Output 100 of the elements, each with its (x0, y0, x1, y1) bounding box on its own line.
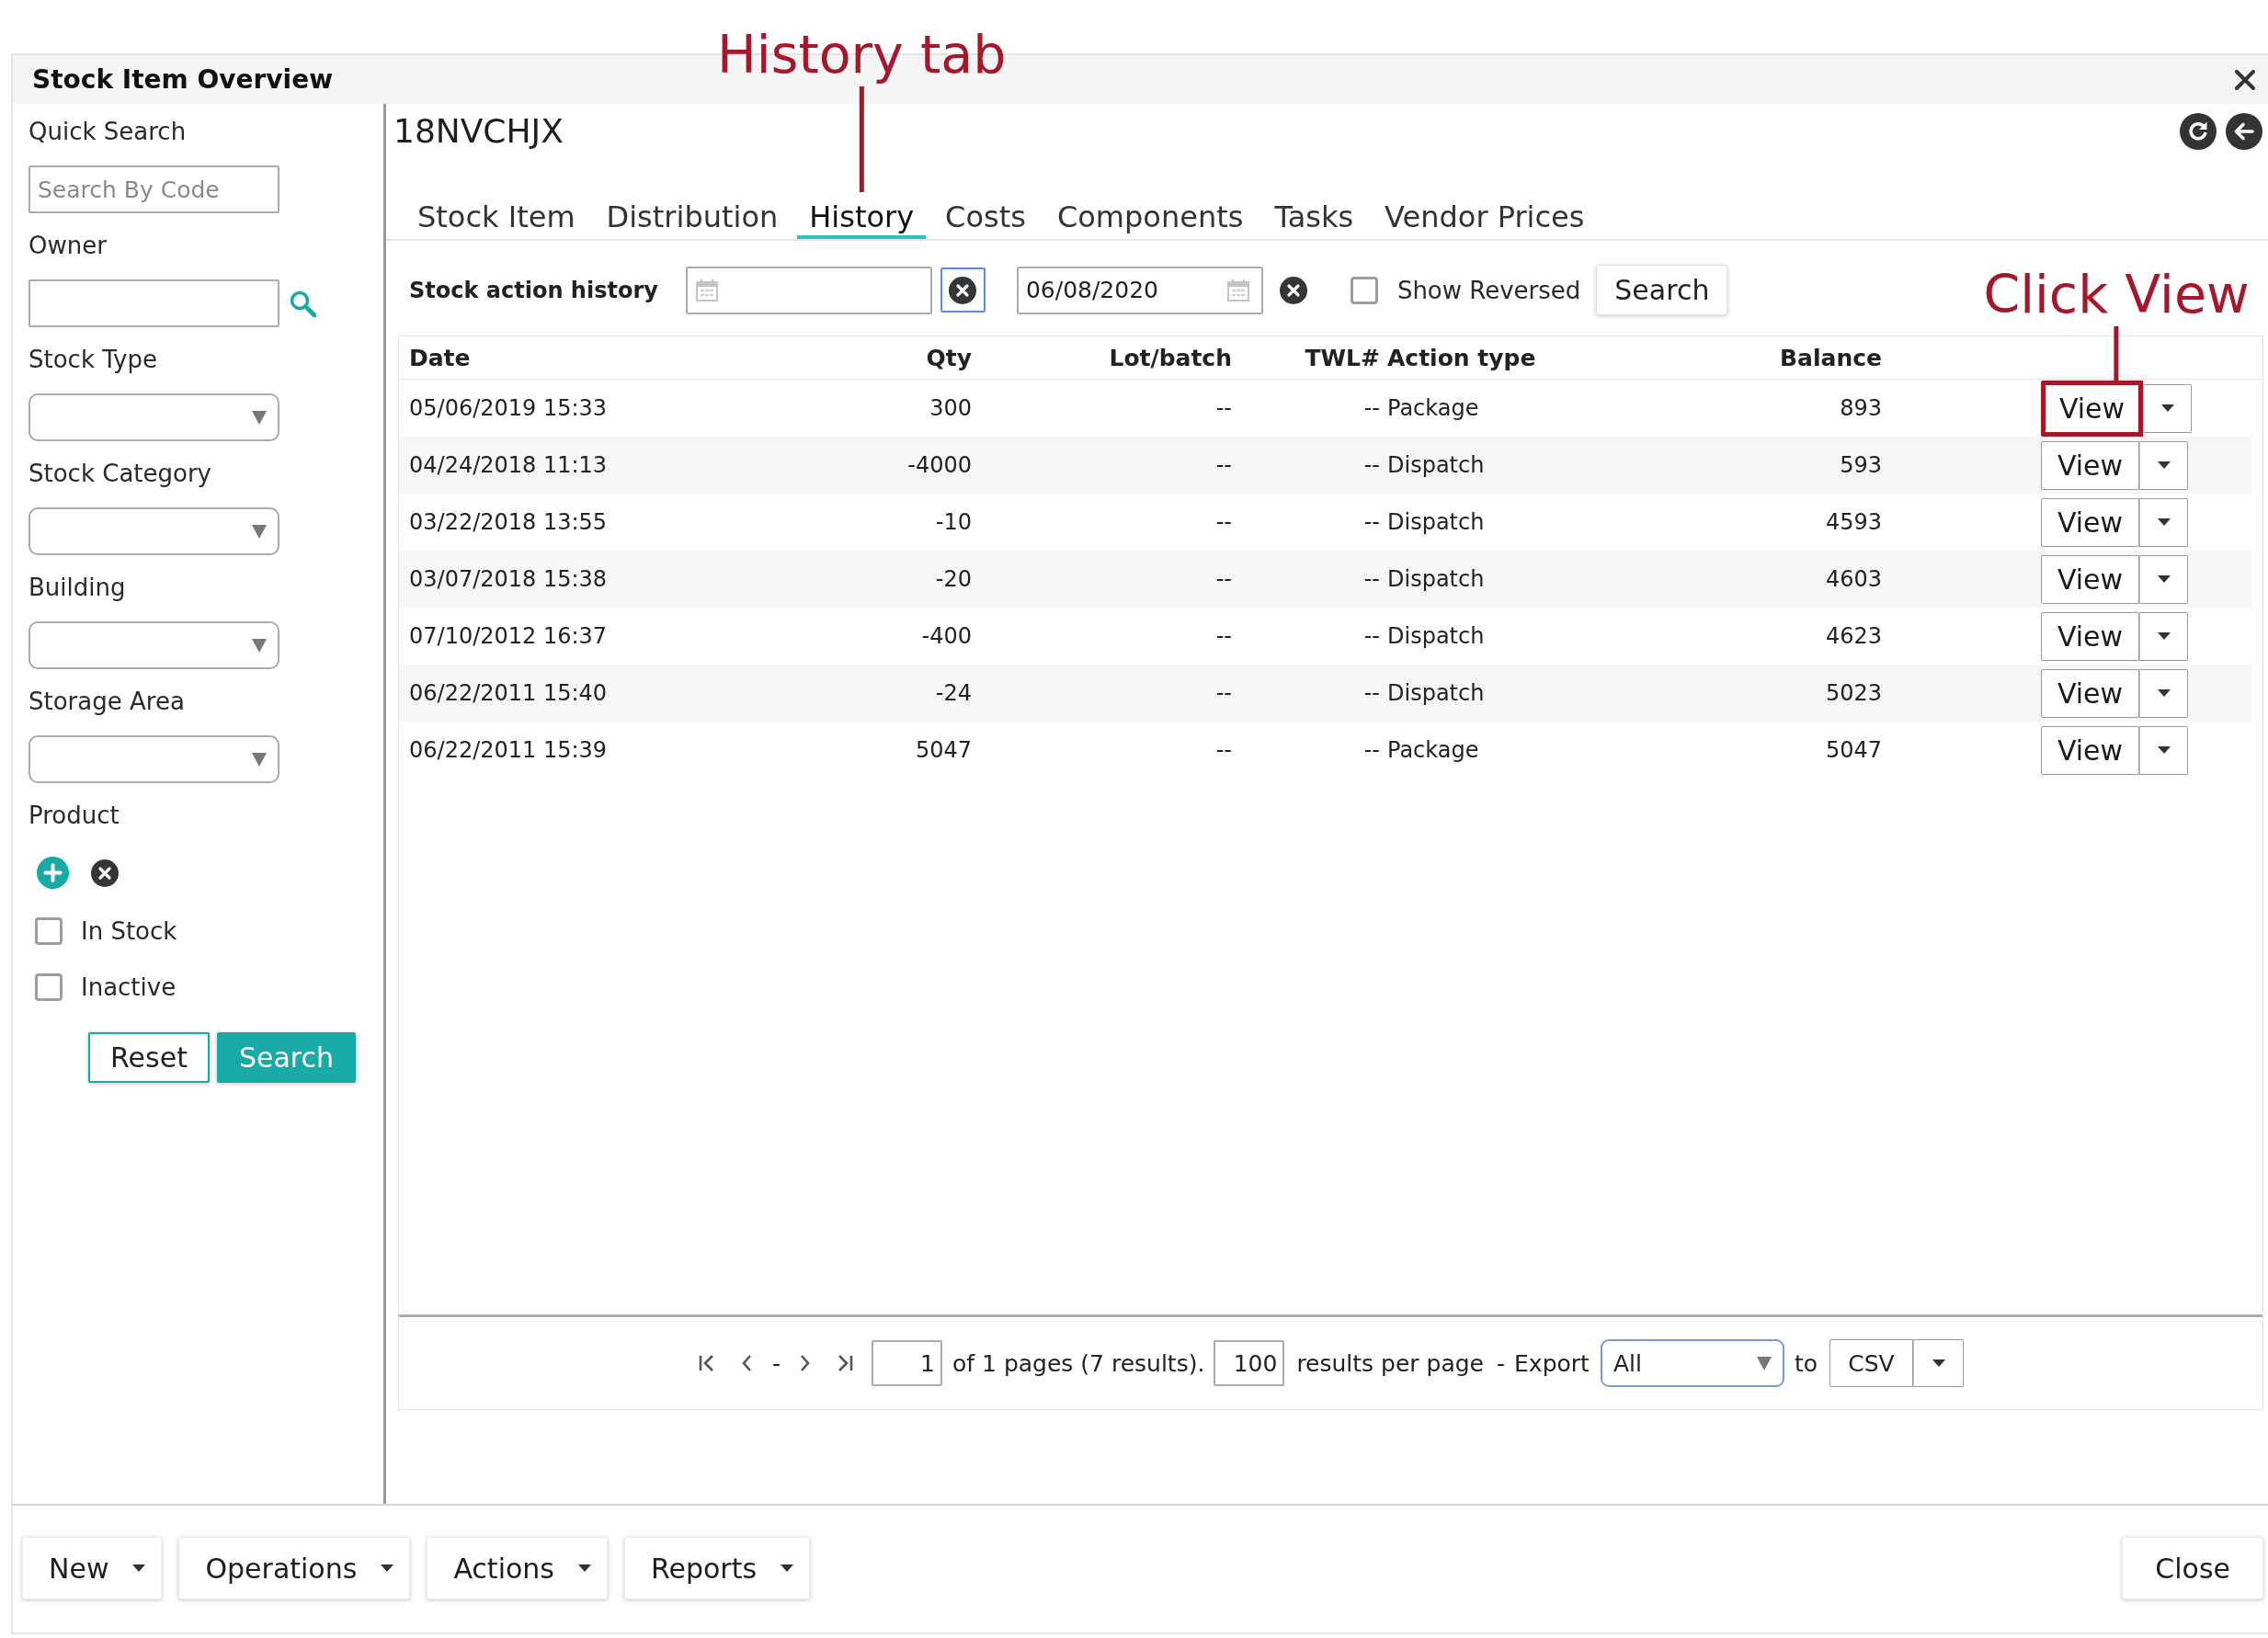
checkbox[interactable] (35, 917, 63, 945)
tab[interactable]: Tasks (1262, 199, 1366, 239)
column-header[interactable]: Lot/batch (1109, 344, 1232, 371)
tab[interactable]: History (797, 199, 927, 239)
table-cell: Dispatch (1387, 566, 1485, 592)
dropdown-button[interactable] (2139, 440, 2188, 490)
calendar-icon[interactable] (1225, 278, 1250, 302)
table-cell: Dispatch (1387, 509, 1485, 535)
table-cell: 04/24/2018 11:13 (409, 452, 608, 478)
table-cell: -- (1363, 566, 1380, 592)
table-cell: 5047 (915, 737, 972, 763)
view-button[interactable]: View (2041, 611, 2139, 661)
table-cell: 5047 (1825, 737, 1882, 763)
date-field[interactable] (685, 266, 932, 314)
search-button[interactable]: Search (1596, 265, 1728, 315)
caret-icon (132, 1564, 146, 1572)
first-page-icon[interactable] (698, 1353, 716, 1373)
window-title: Stock Item Overview (32, 64, 334, 95)
page-size-input[interactable]: 100 (1214, 1340, 1285, 1386)
date-field[interactable]: 06/08/2020 (1016, 266, 1263, 314)
field-label: Storage Area (28, 687, 185, 716)
separator-text: - (772, 1349, 781, 1377)
menu-button[interactable]: Reports (623, 1537, 811, 1599)
caret-icon (1756, 1356, 1772, 1371)
table-cell: -- (1363, 395, 1380, 421)
checkbox[interactable] (1350, 276, 1378, 304)
column-header[interactable]: TWL# (1305, 344, 1380, 371)
select-field[interactable] (28, 507, 279, 555)
table-cell: -- (1363, 509, 1380, 535)
caret-icon (2157, 632, 2171, 640)
tab[interactable]: Distribution (594, 199, 791, 239)
clear-button[interactable] (940, 267, 986, 313)
calendar-icon[interactable] (694, 278, 719, 302)
search-icon[interactable] (289, 290, 316, 317)
view-button[interactable]: View (2041, 554, 2139, 604)
caret-icon (2157, 689, 2171, 697)
tab[interactable]: Components (1044, 199, 1256, 239)
input-field[interactable] (28, 279, 279, 327)
view-button[interactable]: View (2041, 725, 2139, 775)
checkbox-label: In Stock (81, 917, 177, 945)
dropdown-button[interactable] (2143, 383, 2192, 433)
column-header[interactable]: Balance (1780, 344, 1882, 371)
table-cell: 5023 (1825, 680, 1882, 706)
dropdown-button[interactable] (2139, 668, 2188, 718)
caret-icon (1932, 1359, 1945, 1367)
caret-icon (252, 410, 267, 425)
menu-button[interactable]: New (22, 1537, 163, 1599)
view-button[interactable]: View (2041, 380, 2143, 437)
add-icon[interactable] (37, 857, 69, 889)
column-header[interactable]: Action type (1387, 344, 1536, 371)
reset-button[interactable]: Reset (88, 1032, 210, 1083)
table-cell: 300 (929, 395, 972, 421)
table-cell: -400 (921, 623, 972, 649)
select-field[interactable] (28, 735, 279, 783)
refresh-icon[interactable] (2180, 113, 2217, 150)
caret-icon (252, 638, 267, 653)
close-icon[interactable] (2235, 69, 2255, 90)
menu-button[interactable]: Operations (178, 1537, 411, 1599)
select-field[interactable] (28, 621, 279, 669)
table-cell: 593 (1840, 452, 1882, 478)
export-format-button[interactable]: CSV (1829, 1339, 1913, 1387)
table-cell: -- (1363, 737, 1380, 763)
table-cell: Package (1387, 737, 1479, 763)
table-cell: 05/06/2019 15:33 (409, 395, 608, 421)
dropdown-button[interactable] (1913, 1339, 1964, 1387)
table-cell: 03/07/2018 15:38 (409, 566, 608, 592)
to-label: to (1794, 1349, 1818, 1377)
checkbox[interactable] (35, 973, 63, 1001)
callout-text: History tab (717, 24, 1007, 85)
last-page-icon[interactable] (836, 1353, 854, 1373)
table-cell: 06/22/2011 15:39 (409, 737, 608, 763)
table-cell: 06/22/2011 15:40 (409, 680, 608, 706)
table-cell: 4593 (1825, 509, 1882, 535)
dropdown-button[interactable] (2139, 611, 2188, 661)
export-scope-select[interactable]: All (1600, 1339, 1784, 1387)
dropdown-button[interactable] (2139, 725, 2188, 775)
tab[interactable]: Stock Item (405, 199, 587, 239)
caret-icon (781, 1564, 794, 1572)
column-header[interactable]: Date (409, 344, 471, 371)
table-cell: -- (1215, 737, 1232, 763)
table-cell: -10 (935, 509, 972, 535)
view-button[interactable]: View (2041, 668, 2139, 718)
back-icon[interactable] (2226, 113, 2262, 150)
export-label: Export (1514, 1349, 1590, 1377)
menu-button[interactable]: Actions (427, 1537, 608, 1599)
page-input[interactable]: 1 (872, 1340, 942, 1386)
view-button[interactable]: View (2041, 497, 2139, 547)
dropdown-button[interactable] (2139, 554, 2188, 604)
column-header[interactable]: Qty (926, 344, 972, 371)
select-field[interactable] (28, 393, 279, 441)
search-field[interactable]: Search By Code (28, 165, 279, 213)
clear-icon[interactable] (91, 859, 119, 887)
table-cell: -20 (935, 566, 972, 592)
tab[interactable]: Vendor Prices (1373, 199, 1597, 239)
table-cell: -- (1215, 623, 1232, 649)
table-cell: 4603 (1825, 566, 1882, 592)
dropdown-button[interactable] (2139, 497, 2188, 547)
view-button[interactable]: View (2041, 440, 2139, 490)
tab[interactable]: Costs (933, 199, 1038, 239)
close-button[interactable]: Close (2122, 1537, 2263, 1599)
